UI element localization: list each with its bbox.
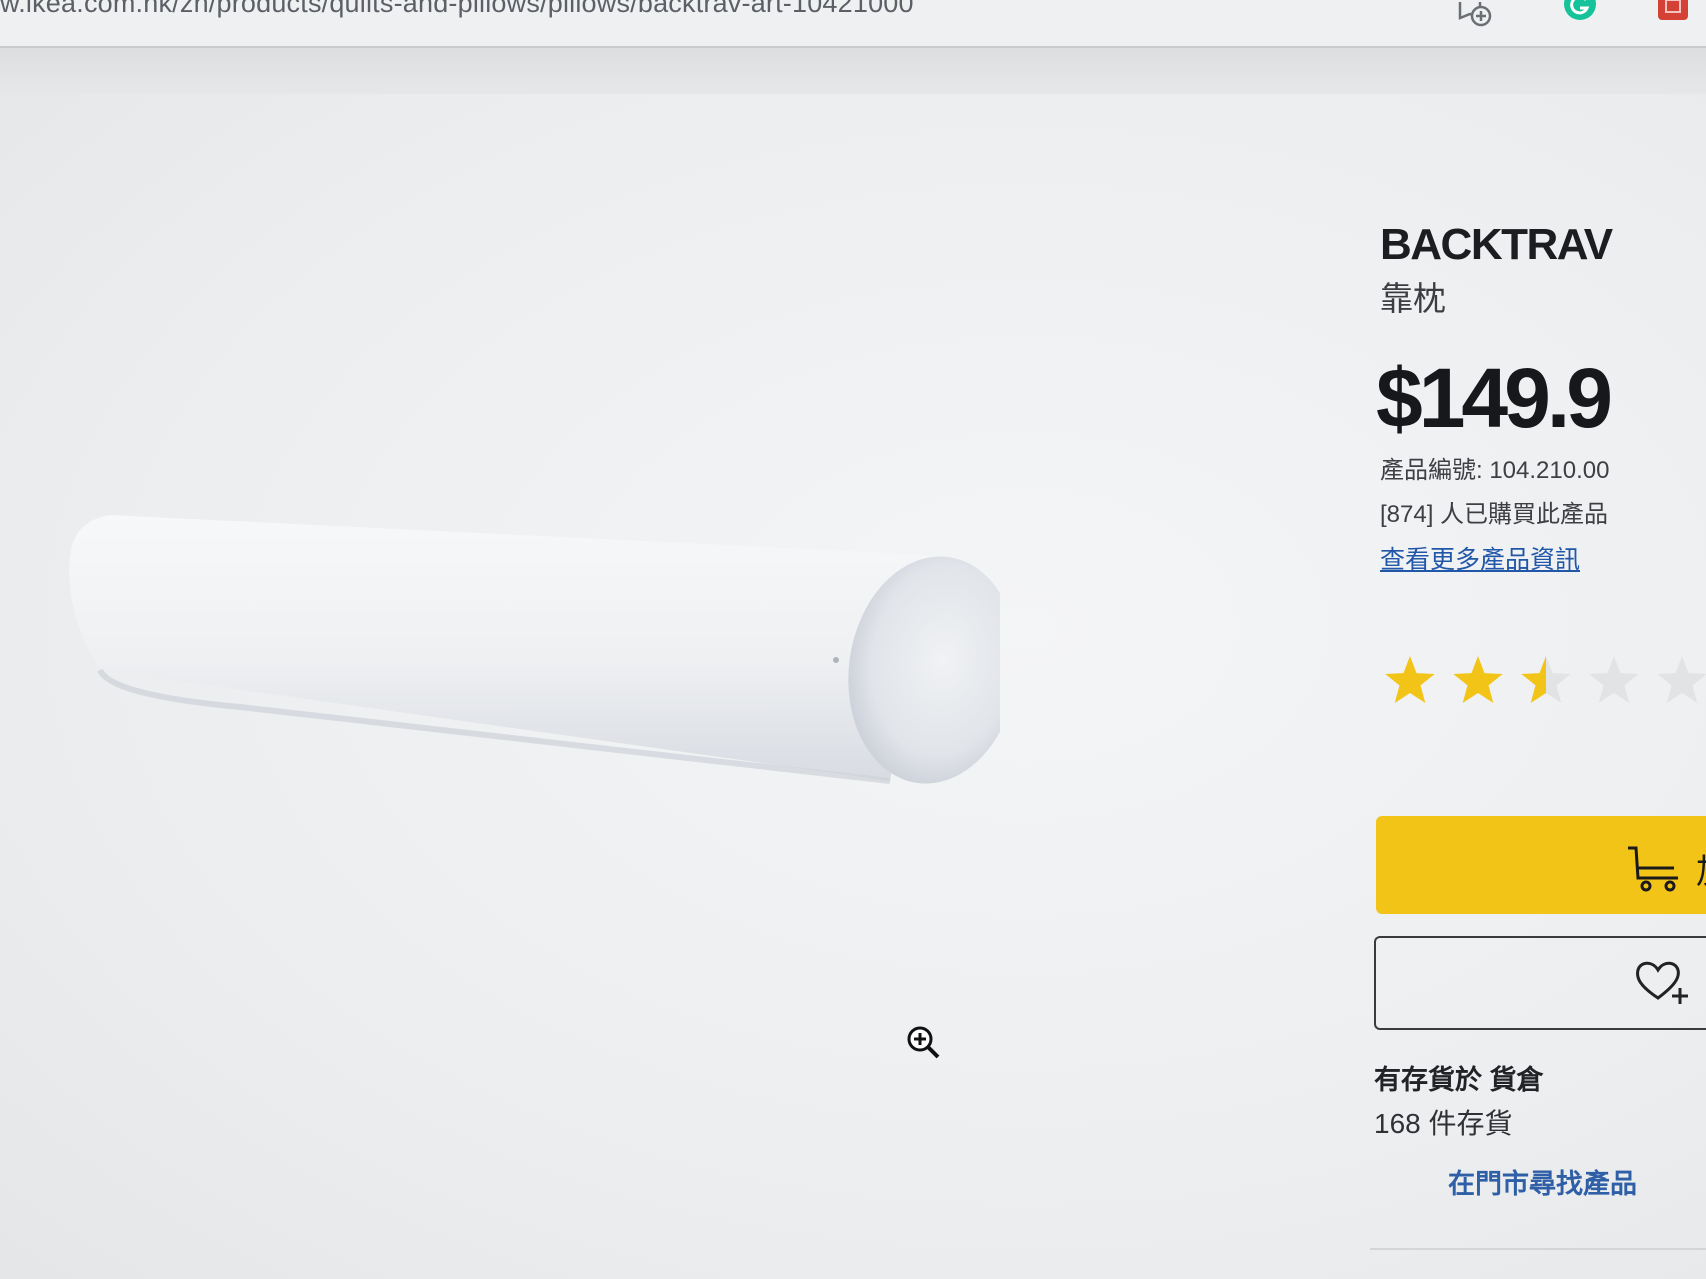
star-icon: [1453, 656, 1503, 703]
star-icon: [1385, 656, 1435, 703]
red-extension-icon[interactable]: [1656, 0, 1690, 22]
browser-toolbar-band: [0, 48, 1706, 94]
star-icon: [1657, 656, 1706, 703]
find-in-store-link[interactable]: 在門市尋找產品: [1448, 1162, 1637, 1201]
star-icon: [1589, 656, 1639, 703]
more-product-info-link[interactable]: 查看更多產品資訊: [1380, 540, 1580, 576]
add-to-cart-button[interactable]: 加: [1376, 816, 1706, 914]
article-number: 產品編號: 104.210.00: [1380, 457, 1610, 484]
address-bar[interactable]: w.ikea.com.hk/zh/products/quilts-and-pil…: [0, 0, 1706, 48]
stock-count: 168 件存貨: [1374, 1108, 1513, 1139]
grammarly-icon[interactable]: [1562, 0, 1598, 22]
cart-icon: [1628, 846, 1678, 892]
product-price: $149.9: [1376, 351, 1613, 445]
wishlist-button[interactable]: [1374, 936, 1706, 1030]
product-type: 靠枕: [1380, 280, 1446, 317]
product-name: BACKTRAV: [1380, 220, 1613, 269]
stock-availability-title: 有存貨於 貨倉: [1374, 1065, 1544, 1095]
add-to-reading-list-icon[interactable]: [1456, 0, 1494, 30]
product-image-bolster-pillow[interactable]: [30, 495, 1000, 795]
add-to-cart-label: 加: [1696, 844, 1706, 893]
heart-plus-icon: [1636, 961, 1688, 1004]
star-icon: [1521, 656, 1571, 703]
star-rating[interactable]: [1384, 652, 1706, 712]
divider: [1370, 1248, 1706, 1250]
bought-count: [874] 人已購買此產品: [1380, 501, 1609, 528]
zoom-cursor-icon: [907, 1026, 940, 1059]
url-text[interactable]: w.ikea.com.hk/zh/products/quilts-and-pil…: [0, 0, 914, 19]
